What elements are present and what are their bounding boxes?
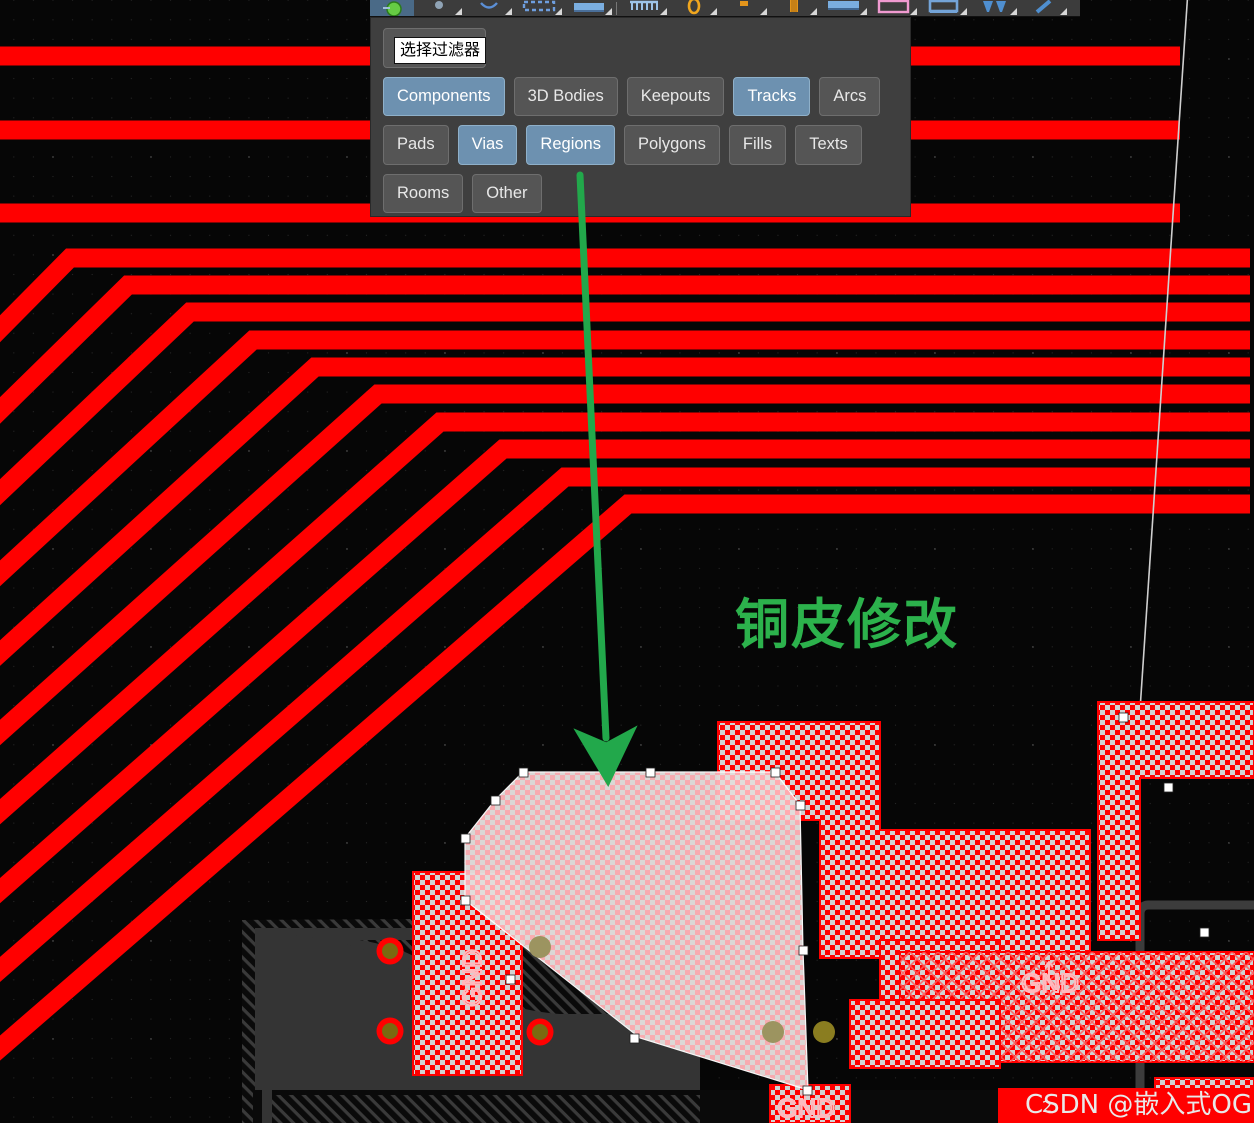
selection-filter-tooltip: 选择过滤器 [394, 37, 487, 65]
via [529, 936, 551, 958]
blue-diagonal-icon [1035, 0, 1052, 14]
chevron-down-icon[interactable] [455, 8, 462, 15]
toolbar-item-place-slot[interactable] [769, 0, 819, 16]
chevron-down-icon[interactable] [1010, 8, 1017, 15]
orange-bar-icon [740, 1, 748, 6]
via [762, 1021, 784, 1043]
pink-rect-icon [877, 0, 910, 14]
orange-ring-icon [687, 0, 701, 15]
dashed-rect-icon [522, 0, 556, 12]
toolbar-item-place-plane[interactable] [819, 0, 869, 16]
chevron-down-icon[interactable] [555, 8, 562, 15]
filter-row-2: Pads Vias Regions Polygons Fills Texts [383, 125, 898, 165]
toolbar-item-place-via[interactable] [370, 0, 414, 16]
toolbar-item-place-room[interactable] [869, 0, 919, 16]
blue-outline-rect-icon [928, 0, 959, 13]
filter-button-regions[interactable]: Regions [526, 125, 615, 165]
filter-button-arcs[interactable]: Arcs [819, 76, 881, 116]
through-hole-pad [526, 1018, 554, 1046]
toolbar-item-place-dimension[interactable] [619, 0, 669, 16]
filter-button-texts[interactable]: Texts [795, 125, 862, 165]
filter-button-components[interactable]: Components [383, 76, 505, 116]
via [813, 1021, 835, 1043]
filter-button-rooms[interactable]: Rooms [383, 173, 464, 213]
pcb-editor-window: GND GND GND Components 3D Bodies Keepout… [0, 0, 1254, 1123]
chevron-down-icon[interactable] [1060, 8, 1067, 15]
chevron-down-icon[interactable] [760, 8, 767, 15]
chevron-down-icon[interactable] [910, 8, 917, 15]
csdn-watermark: 2 CSDN @嵌入式OG [998, 1088, 1254, 1123]
toolbar-item-place-keepout[interactable] [669, 0, 719, 16]
filter-button-3d-bodies[interactable]: 3D Bodies [513, 76, 618, 116]
filter-button-other[interactable]: Other [472, 173, 542, 213]
filter-button-fills[interactable]: Fills [728, 125, 787, 165]
toolbar-divider [616, 2, 617, 15]
board-outline-layer [1139, 0, 1189, 711]
watermark-text: CSDN @嵌入式OG [1024, 1090, 1252, 1120]
net-label-gnd-1: GND [457, 949, 487, 1007]
toolbar-item-place-arc[interactable] [464, 0, 514, 16]
toolbar-item-place-component[interactable] [969, 0, 1019, 16]
toolbar-item-place-route[interactable] [1019, 0, 1069, 16]
chevron-down-icon[interactable] [810, 8, 817, 15]
chevron-down-icon[interactable] [605, 8, 612, 15]
blue-bar-icon [574, 3, 604, 12]
filter-button-polygons[interactable]: Polygons [623, 125, 720, 165]
chevron-down-icon[interactable] [860, 8, 867, 15]
green-circle-icon [383, 1, 402, 16]
toolbar-item-place-fill[interactable] [564, 0, 614, 16]
ruler-icon [630, 0, 658, 10]
toolbar-item-place-pad[interactable] [414, 0, 464, 16]
toolbar-item-place-region[interactable] [514, 0, 564, 16]
selection-filter-panel[interactable]: Custom Components 3D Bodies Keepouts Tra… [370, 17, 911, 217]
filter-button-pads[interactable]: Pads [383, 125, 449, 165]
through-hole-pad [376, 937, 404, 965]
pcb-toolbar[interactable] [370, 0, 1080, 17]
filter-button-keepouts[interactable]: Keepouts [626, 76, 725, 116]
through-hole-pad [376, 1017, 404, 1045]
chevron-down-icon[interactable] [960, 8, 967, 15]
blue-cone-pair-icon [983, 1, 1006, 12]
chevron-down-icon[interactable] [505, 8, 512, 15]
chevron-down-icon[interactable] [710, 8, 717, 15]
gray-dot-icon [435, 1, 443, 9]
blue-arc-icon [480, 2, 498, 9]
chevron-down-icon[interactable] [660, 8, 667, 15]
filter-row-1: Components 3D Bodies Keepouts Tracks Arc… [383, 76, 898, 116]
filter-button-tracks[interactable]: Tracks [733, 76, 811, 116]
orange-slot-icon [790, 0, 798, 12]
blue-plane-icon [828, 1, 859, 10]
toolbar-item-place-board-cut[interactable] [919, 0, 969, 16]
filter-row-3: Rooms Other [383, 173, 898, 213]
filter-button-vias[interactable]: Vias [457, 125, 518, 165]
toolbar-item-place-polygon[interactable] [719, 0, 769, 16]
